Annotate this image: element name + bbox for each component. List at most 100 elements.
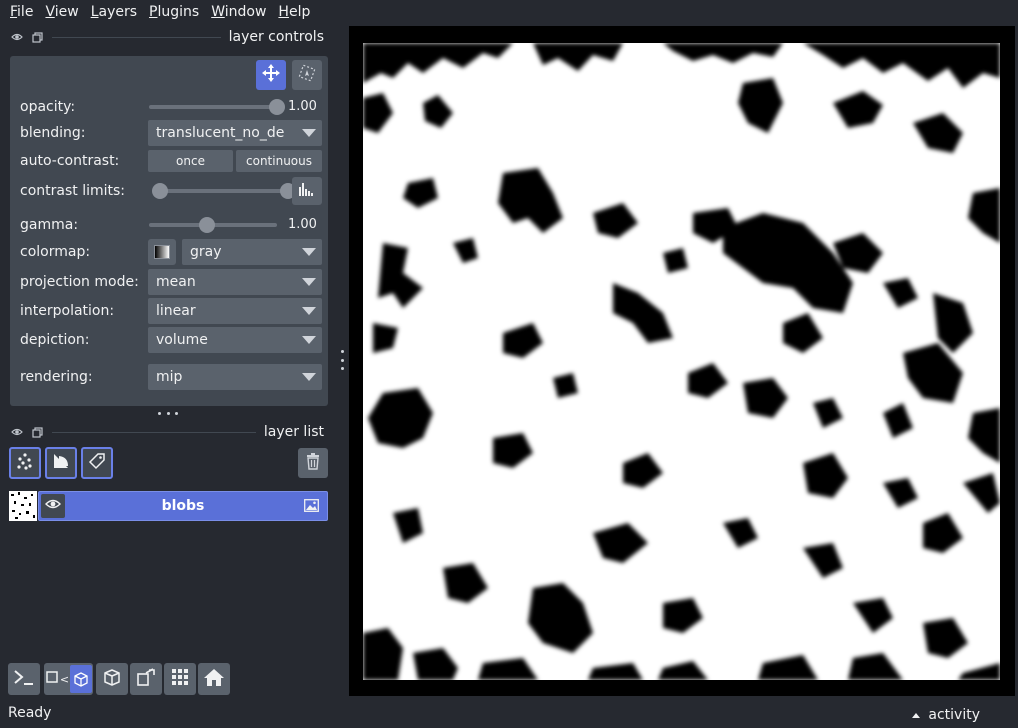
- gamma-slider-handle[interactable]: [198, 217, 215, 233]
- divider: [52, 36, 221, 38]
- arrow-icon: <: [59, 672, 70, 686]
- blending-label: blending:: [20, 125, 86, 141]
- roll-dimensions-button[interactable]: [96, 663, 128, 695]
- rendering-label: rendering:: [20, 369, 93, 385]
- menu-view[interactable]: View: [39, 0, 84, 24]
- chevron-down-icon: [302, 248, 316, 256]
- new-points-layer-button[interactable]: [9, 447, 41, 479]
- contrast-limits-label: contrast limits:: [20, 183, 125, 199]
- float-icon[interactable]: [30, 425, 44, 439]
- tag-icon: [87, 451, 107, 475]
- home-icon: [203, 667, 225, 691]
- depiction-dropdown[interactable]: volume: [148, 327, 322, 353]
- colormap-label: colormap:: [20, 244, 91, 260]
- projection-mode-row: projection mode: mean: [20, 269, 322, 295]
- status-bar: Ready activity: [0, 700, 1018, 728]
- new-shapes-layer-button[interactable]: [45, 447, 77, 479]
- transpose-icon: [135, 666, 157, 692]
- histogram-icon: [298, 181, 316, 201]
- projection-mode-label: projection mode:: [20, 274, 139, 290]
- interpolation-label: interpolation:: [20, 303, 115, 319]
- delete-layer-button[interactable]: [298, 448, 328, 478]
- grid-icon: [170, 667, 190, 691]
- gradient-icon: [154, 245, 170, 259]
- trash-icon: [305, 452, 321, 474]
- auto-contrast-row: auto-contrast: once continuous: [20, 149, 322, 173]
- layer-name: blobs: [161, 498, 205, 514]
- chevron-down-icon: [302, 373, 316, 381]
- chevron-down-icon: [302, 129, 316, 137]
- pan-zoom-button[interactable]: [256, 60, 286, 90]
- chevron-down-icon: [302, 336, 316, 344]
- viewer-canvas[interactable]: [349, 26, 1015, 696]
- histogram-button[interactable]: [292, 177, 322, 205]
- menu-plugins[interactable]: Plugins: [143, 0, 205, 24]
- menu-layers[interactable]: Layers: [85, 0, 143, 24]
- auto-contrast-continuous-button[interactable]: continuous: [236, 150, 322, 172]
- depiction-label: depiction:: [20, 332, 90, 348]
- gamma-row: gamma: 1.00: [20, 213, 322, 237]
- layer-controls-panel: opacity: 1.00 blending: translucent_no_d…: [10, 56, 328, 406]
- toggle-ndisplay-button[interactable]: <: [44, 663, 93, 695]
- cube-icon: [101, 666, 123, 692]
- depiction-row: depiction: volume: [20, 327, 322, 353]
- chevron-down-icon: [302, 278, 316, 286]
- image-layer-icon: [304, 499, 319, 516]
- layer-list-titlebar: layer list: [4, 420, 330, 444]
- home-button[interactable]: [198, 663, 230, 695]
- grid-view-button[interactable]: [164, 663, 196, 695]
- interpolation-value: linear: [156, 303, 196, 319]
- shapes-icon: [51, 451, 71, 475]
- opacity-row: opacity: 1.00: [20, 95, 322, 119]
- auto-contrast-label: auto-contrast:: [20, 153, 120, 169]
- auto-contrast-once-button[interactable]: once: [148, 150, 233, 172]
- layer-list-title: layer list: [263, 424, 324, 440]
- interpolation-row: interpolation: linear: [20, 298, 322, 324]
- gamma-value: 1.00: [288, 217, 317, 232]
- terminal-icon: [13, 667, 35, 691]
- colormap-swatch[interactable]: [148, 239, 176, 265]
- menu-window[interactable]: Window: [205, 0, 272, 24]
- status-text: Ready: [8, 705, 52, 721]
- opacity-value: 1.00: [288, 99, 317, 114]
- chevron-up-icon: [912, 712, 921, 718]
- layer-item-blobs[interactable]: blobs: [38, 491, 328, 521]
- colormap-row: colormap: gray: [20, 239, 322, 265]
- contrast-limits-low-handle[interactable]: [152, 183, 168, 199]
- transpose-button[interactable]: [130, 663, 162, 695]
- menu-file[interactable]: File: [4, 0, 39, 24]
- opacity-label: opacity:: [20, 99, 76, 115]
- float-icon[interactable]: [30, 30, 44, 44]
- interpolation-dropdown[interactable]: linear: [148, 298, 322, 324]
- console-button[interactable]: [8, 663, 40, 695]
- move-icon: [261, 63, 281, 87]
- colormap-dropdown[interactable]: gray: [182, 239, 322, 265]
- layer-controls-title: layer controls: [228, 29, 324, 45]
- new-labels-layer-button[interactable]: [81, 447, 113, 479]
- transform-button[interactable]: [292, 60, 322, 90]
- depiction-value: volume: [156, 332, 208, 348]
- layer-controls-titlebar: layer controls: [4, 25, 330, 49]
- opacity-slider[interactable]: [149, 105, 277, 109]
- menu-help[interactable]: Help: [272, 0, 316, 24]
- rendering-value: mip: [156, 369, 183, 385]
- chevron-down-icon: [302, 307, 316, 315]
- activity-button[interactable]: activity: [912, 707, 980, 723]
- projection-mode-dropdown[interactable]: mean: [148, 269, 322, 295]
- menubar: File View Layers Plugins Window Help: [0, 0, 1018, 24]
- opacity-slider-handle[interactable]: [269, 99, 285, 115]
- contrast-limits-slider[interactable]: [160, 189, 288, 193]
- eye-icon[interactable]: [10, 30, 24, 44]
- dock-splitter-handle[interactable]: [158, 408, 178, 418]
- transform-icon: [297, 63, 317, 87]
- cube-3d-icon: [70, 665, 93, 693]
- image-blobs[interactable]: [363, 43, 1000, 680]
- blending-dropdown[interactable]: translucent_no_de: [148, 120, 322, 146]
- viewer-splitter-handle[interactable]: [339, 350, 345, 370]
- divider: [52, 431, 256, 433]
- square-icon: [45, 670, 59, 688]
- activity-label: activity: [928, 707, 980, 723]
- eye-icon[interactable]: [10, 425, 24, 439]
- colormap-value: gray: [190, 244, 222, 260]
- rendering-dropdown[interactable]: mip: [148, 364, 322, 390]
